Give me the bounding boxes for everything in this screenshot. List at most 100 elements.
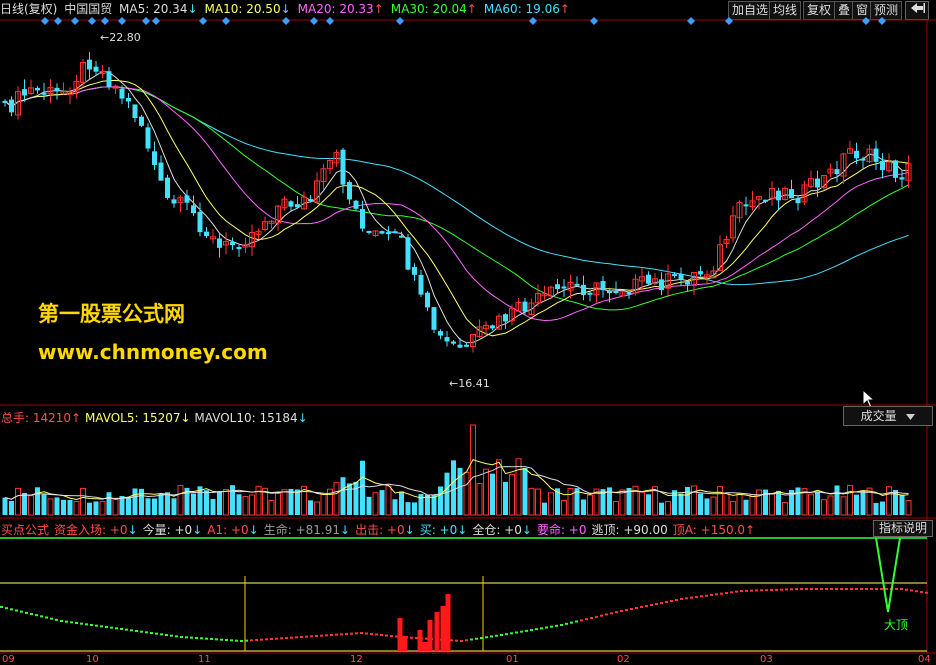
indicator-dot — [390, 635, 393, 637]
volume-bar — [483, 468, 489, 516]
watermark-url: www.chnmoney.com — [38, 340, 268, 364]
indicator-dot — [515, 631, 518, 634]
indicator-dot — [690, 596, 693, 599]
volume-bar — [561, 499, 567, 516]
volume-bar — [93, 501, 99, 515]
indicator-dot — [725, 592, 728, 594]
info-diamond-icon — [88, 17, 96, 25]
candle-body — [418, 274, 424, 295]
indicator-dot — [820, 588, 823, 590]
indicator-dot — [710, 594, 713, 596]
indicator-dot — [795, 588, 798, 591]
info-diamond-icon — [862, 17, 870, 25]
candle-body — [360, 208, 365, 229]
indicator-dot — [855, 588, 858, 590]
volume-bar — [470, 424, 476, 516]
volume-bar — [275, 492, 281, 516]
volume-bar — [399, 491, 404, 515]
volume-bar — [2, 497, 8, 515]
candle-body — [87, 59, 92, 70]
volume-bar — [295, 489, 300, 515]
indicator-dot — [375, 633, 378, 636]
volume-bar — [425, 494, 430, 515]
candle-body — [795, 198, 801, 204]
indicator-dot — [680, 598, 683, 600]
volume-bar — [379, 490, 385, 515]
candle-body — [35, 87, 40, 91]
indicator-dot — [350, 632, 353, 635]
indicator-dot — [880, 588, 883, 590]
indicator-dot — [685, 597, 688, 600]
candle-body — [353, 200, 359, 209]
indicator-dot — [745, 589, 748, 592]
indicator-dot — [255, 639, 258, 641]
volume-bar — [288, 488, 294, 515]
indicator-dot — [630, 608, 633, 610]
volume-bar — [463, 471, 470, 516]
indicator-dot — [810, 588, 813, 590]
volume-bar — [509, 473, 515, 516]
indicator-dot — [495, 634, 498, 637]
indicator-dot — [245, 639, 248, 642]
candle-body — [93, 66, 99, 72]
kline-chart[interactable] — [0, 0, 936, 664]
indicator-dot — [100, 625, 103, 628]
volume-bar — [587, 494, 593, 516]
candle-body — [184, 195, 190, 203]
volume-bar — [834, 485, 840, 515]
indicator-dot — [720, 592, 723, 595]
indicator-dot — [60, 620, 63, 622]
candle-body — [743, 204, 749, 207]
indicator-item-4: 生命: +81.91↓ — [263, 523, 351, 537]
indicator-item-6: 买: +0↓ — [419, 523, 468, 537]
volume-bar — [723, 492, 730, 516]
signal-bar — [427, 620, 433, 651]
indicator-dot — [285, 637, 288, 639]
volume-bar — [854, 494, 859, 515]
candle-body — [451, 341, 456, 344]
info-diamond-icon — [142, 17, 150, 25]
signal-bar — [445, 594, 451, 651]
candle-body — [217, 238, 222, 248]
indicator-item-7: 全仓: +0↓ — [472, 523, 532, 537]
indicator-dot — [40, 615, 43, 618]
info-diamond-icon — [101, 17, 109, 25]
candle-body — [438, 331, 443, 336]
indicator-dot — [140, 630, 143, 633]
indicator-dot — [115, 627, 118, 630]
top-signal-label: 大顶 — [884, 618, 909, 632]
indicator-dot — [315, 635, 318, 637]
volume-bar — [191, 493, 196, 515]
candle-body — [873, 148, 879, 162]
indicator-dot — [125, 628, 128, 631]
indicator-dot — [455, 639, 458, 642]
candle-body — [152, 151, 157, 165]
candle-body — [119, 88, 125, 99]
indicator-dot — [300, 636, 303, 638]
volume-bar — [860, 490, 866, 515]
candle-body — [230, 242, 235, 246]
volume-indicator-select[interactable]: 成交量 — [843, 406, 933, 426]
indicator-dot — [920, 590, 923, 593]
candle-body — [815, 178, 820, 188]
indicator-dot — [925, 591, 928, 594]
volume-bar — [353, 481, 359, 515]
candle-body — [308, 199, 313, 202]
indicator-dot — [500, 634, 503, 636]
indicator-dot — [65, 620, 68, 623]
indicator-dot — [25, 611, 28, 614]
indicator-dot — [305, 635, 308, 638]
indicator-dot — [845, 588, 848, 590]
candle-body — [165, 177, 170, 198]
volume-bar — [827, 495, 834, 516]
volume-bar — [360, 460, 365, 515]
indicator-help-button[interactable]: 指标说明 — [873, 520, 933, 537]
candle-body — [295, 204, 300, 208]
indicator-dot — [560, 624, 563, 626]
indicator-dot — [460, 640, 463, 642]
indicator-dot — [30, 613, 33, 615]
indicator-dot — [640, 606, 643, 608]
volume-bar — [405, 502, 411, 515]
indicator-dot — [5, 607, 8, 610]
indicator-dot — [200, 637, 203, 640]
